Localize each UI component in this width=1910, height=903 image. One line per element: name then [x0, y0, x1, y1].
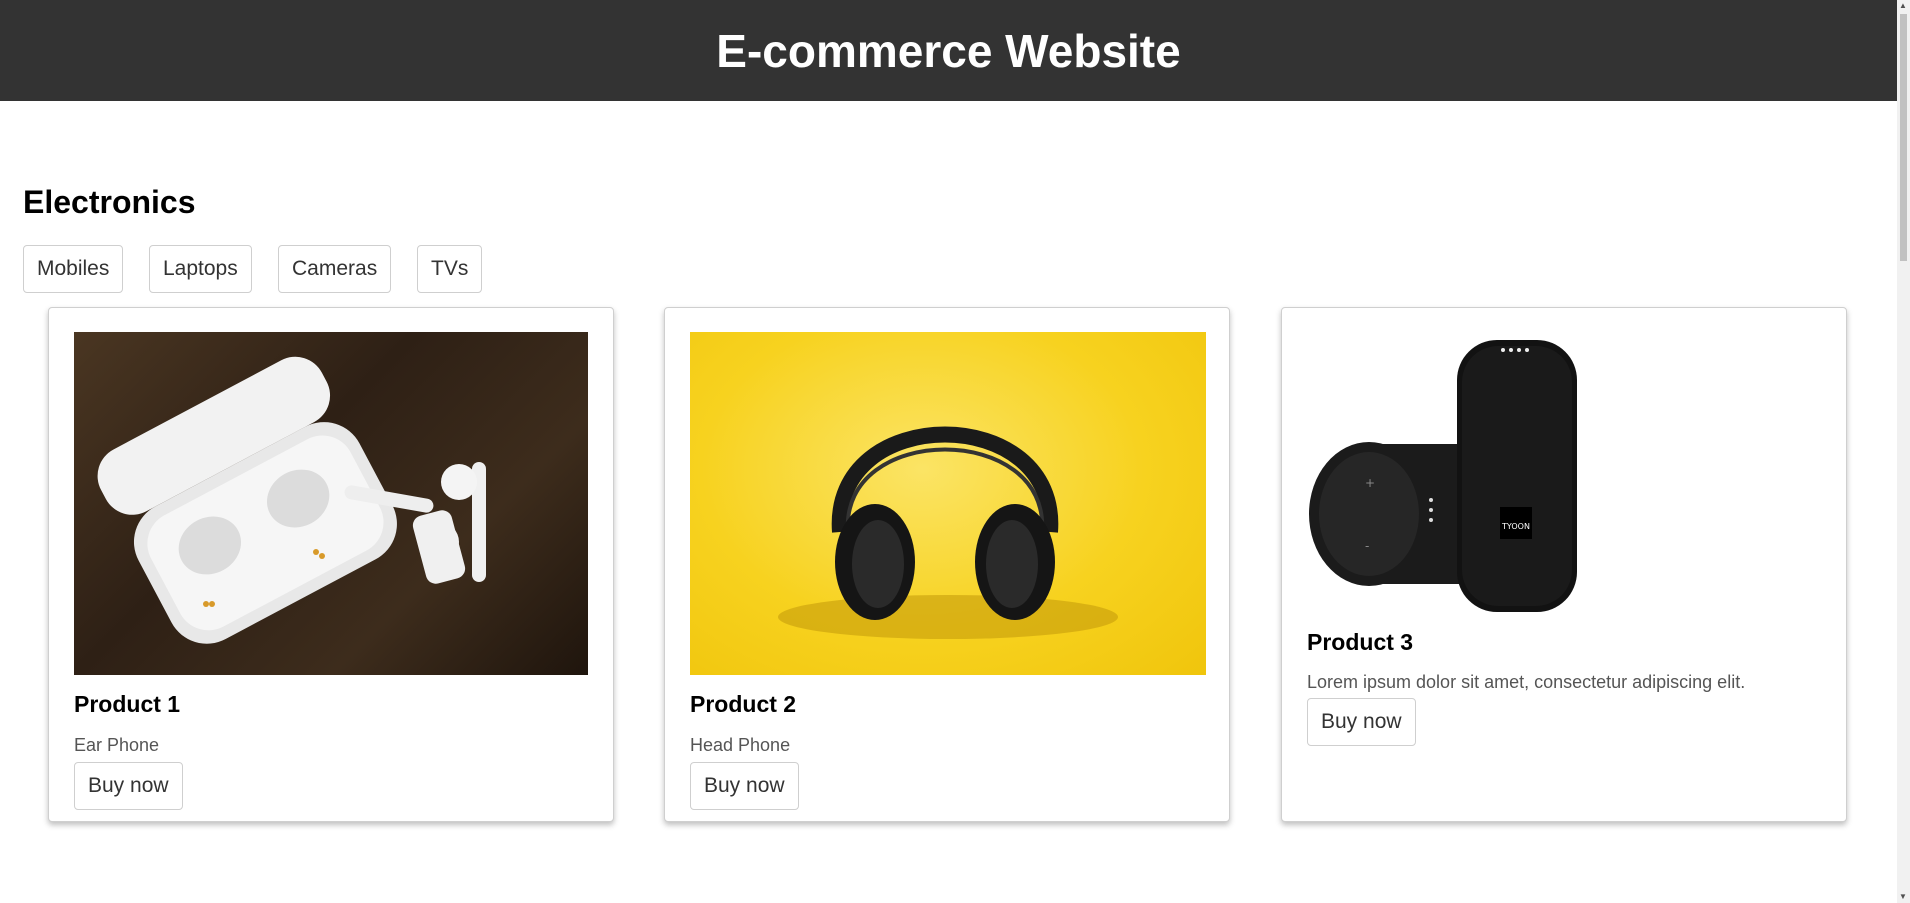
product-title: Product 3: [1307, 629, 1414, 655]
buy-now-button[interactable]: Buy now: [1307, 698, 1416, 746]
headphones-image: [690, 332, 1206, 675]
vertical-scrollbar[interactable]: ▲ ▼: [1897, 0, 1910, 903]
category-button-laptops[interactable]: Laptops: [149, 245, 252, 293]
category-button-tvs[interactable]: TVs: [417, 245, 483, 293]
svg-text:TYOON: TYOON: [1501, 522, 1530, 531]
product-card-2: Product 2 Head Phone Buy now: [664, 307, 1230, 822]
product-card-3: + - TYOON Product 3 Lorem ipsum dolor si…: [1281, 307, 1847, 822]
scroll-up-arrow-icon[interactable]: ▲: [1899, 2, 1907, 10]
site-header: E-commerce Website: [0, 0, 1897, 101]
product-card-1: Product 1 Ear Phone Buy now: [48, 307, 614, 822]
scrollbar-thumb[interactable]: [1900, 14, 1907, 261]
site-title: E-commerce Website: [716, 24, 1181, 77]
speaker-image: + - TYOON: [1307, 332, 1587, 615]
earbuds-image: [74, 332, 588, 675]
product-description: Ear Phone: [74, 735, 160, 755]
section-title: Electronics: [23, 184, 196, 220]
category-button-mobiles[interactable]: Mobiles: [23, 245, 124, 293]
product-title: Product 2: [690, 691, 797, 717]
product-title: Product 1: [74, 691, 181, 717]
svg-text:-: -: [1365, 539, 1369, 553]
svg-text:+: +: [1365, 476, 1375, 490]
scroll-down-arrow-icon[interactable]: ▼: [1899, 893, 1907, 901]
product-description: Lorem ipsum dolor sit amet, consectetur …: [1307, 672, 1746, 692]
category-button-cameras[interactable]: Cameras: [278, 245, 392, 293]
buy-now-button[interactable]: Buy now: [74, 762, 183, 810]
buy-now-button[interactable]: Buy now: [690, 762, 799, 810]
product-description: Head Phone: [690, 735, 791, 755]
